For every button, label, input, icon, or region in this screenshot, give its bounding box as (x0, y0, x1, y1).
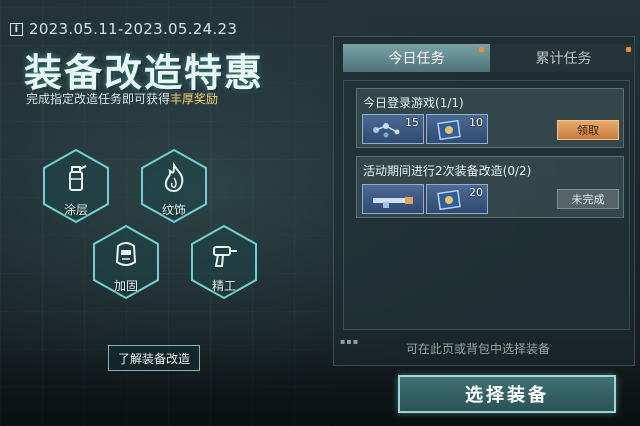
weapon-part-icon (373, 197, 413, 208)
task-title: 今日登录游戏(1/1) (363, 94, 464, 111)
reward-item[interactable]: 20 (426, 184, 488, 214)
reward-count: 10 (469, 116, 483, 129)
module-label: 精工 (211, 279, 236, 293)
task-title: 活动期间进行2次装备改造(0/2) (363, 162, 531, 179)
reward-count: 20 (469, 186, 483, 199)
event-subtitle: 完成指定改造任务即可获得丰厚奖励 (26, 90, 218, 107)
tab-label: 累计任务 (535, 51, 592, 67)
task-progress: (1/1) (435, 96, 464, 110)
task-text: 活动期间进行2次装备改造 (363, 164, 503, 178)
tab-today-tasks[interactable]: 今日任务 (343, 44, 490, 72)
info-icon[interactable]: i (10, 22, 23, 36)
module-label: 加固 (113, 279, 138, 293)
module-reinforce[interactable]: 加固 (92, 224, 160, 300)
reward-item[interactable]: 15 (362, 114, 424, 144)
reward-count: 15 (405, 116, 419, 129)
panel-decoration: ▪▪▪ (340, 337, 360, 346)
incomplete-status-button: 未完成 (557, 189, 619, 209)
tab-label: 今日任务 (388, 51, 445, 67)
reward-item[interactable] (362, 184, 424, 214)
module-label: 涂层 (63, 203, 88, 217)
blueprint-card-icon (437, 190, 461, 210)
subtitle-highlight: 丰厚奖励 (170, 92, 219, 106)
blueprint-card-icon (437, 120, 461, 140)
module-precision[interactable]: 精工 (190, 224, 258, 300)
learn-modification-button[interactable]: 了解装备改造 (108, 345, 200, 371)
task-text: 今日登录游戏 (363, 96, 436, 110)
task-tabs: 今日任务 累计任务 (343, 44, 637, 72)
spray-can-icon (69, 165, 87, 191)
module-coating[interactable]: 涂层 (42, 148, 110, 224)
reward-item[interactable]: 10 (426, 114, 488, 144)
welding-mask-icon (115, 242, 137, 266)
task-item: 活动期间进行2次装备改造(0/2) 20 未完成 (356, 156, 624, 218)
drill-icon (213, 246, 237, 267)
claim-button[interactable]: 领取 (557, 120, 619, 140)
notification-dot (479, 47, 484, 52)
select-hint: 可在此页或背包中选择装备 (406, 342, 551, 356)
task-item: 今日登录游戏(1/1) 15 10 领取 (356, 88, 624, 148)
date-range-text: 2023.05.11-2023.05.24.23 (29, 20, 238, 38)
module-pattern[interactable]: 纹饰 (140, 148, 208, 224)
module-label: 纹饰 (161, 203, 186, 217)
parts-icon (373, 123, 400, 138)
task-progress: (0/2) (502, 164, 532, 178)
notification-dot (626, 47, 631, 52)
event-title: 装备改造特惠 (24, 51, 265, 95)
event-date: i 2023.05.11-2023.05.24.23 (10, 20, 237, 38)
tab-cumulative-tasks[interactable]: 累计任务 (490, 44, 637, 72)
subtitle-text: 完成指定改造任务即可获得 (26, 92, 171, 106)
flame-icon (164, 162, 184, 193)
select-equipment-button[interactable]: 选择装备 (398, 375, 616, 413)
